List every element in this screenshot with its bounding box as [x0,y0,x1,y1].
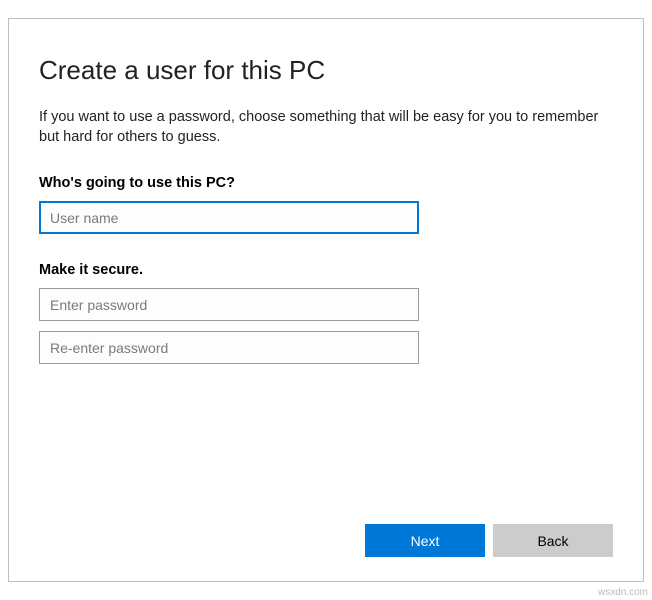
back-button[interactable]: Back [493,524,613,557]
dialog-subtitle: If you want to use a password, choose so… [39,108,609,147]
password-input[interactable] [39,288,419,321]
next-button[interactable]: Next [365,524,485,557]
watermark-text: wsxdn.com [598,587,648,598]
create-user-dialog: Create a user for this PC If you want to… [8,18,644,582]
button-row: Next Back [365,524,613,557]
section-secure-label: Make it secure. [39,262,613,278]
section-user-label: Who's going to use this PC? [39,175,613,191]
password-confirm-input[interactable] [39,331,419,364]
dialog-title: Create a user for this PC [39,55,613,86]
username-input[interactable] [39,201,419,234]
